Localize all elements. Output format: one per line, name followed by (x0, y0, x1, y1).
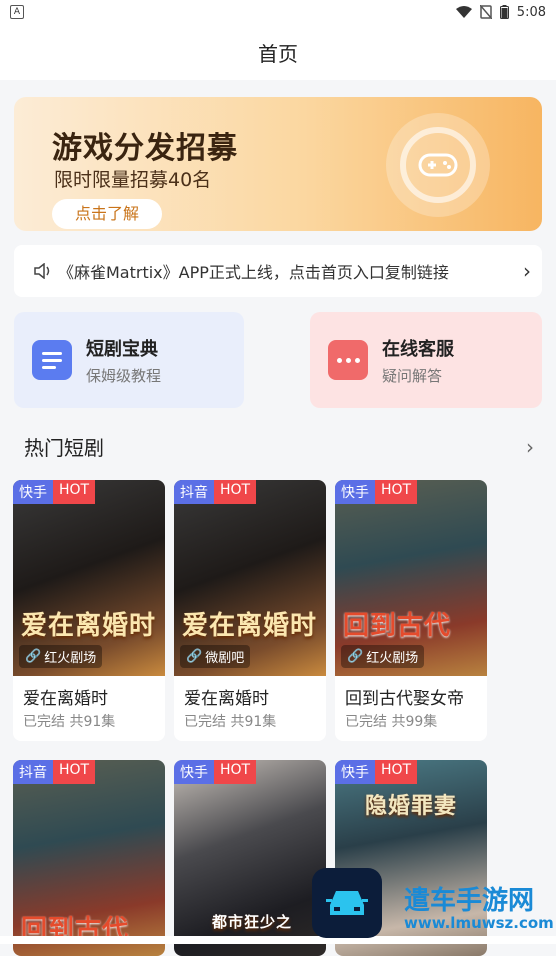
drama-meta: 已完结 共91集 (23, 714, 116, 730)
drama-poster: 快手 HOT 回到古代 🔗 红火剧场 (335, 480, 487, 676)
hot-tag: HOT (53, 480, 96, 504)
announcement-text: 《麻雀Matrtix》APP正式上线，点击首页入口复制链接 (58, 263, 449, 282)
bottom-tab-bar (0, 936, 556, 944)
announcement-bar[interactable]: 《麻雀Matrtix》APP正式上线，点击首页入口复制链接 › (14, 245, 542, 297)
support-card[interactable]: 在线客服 疑问解答 (310, 312, 542, 408)
drama-poster: 抖音 HOT 爱在离婚时 🔗 微剧吧 (174, 480, 326, 676)
hot-tag: HOT (375, 480, 418, 504)
drama-meta: 已完结 共99集 (345, 714, 438, 730)
drama-poster: 快手 HOT 爱在离婚时 🔗 红火剧场 (13, 480, 165, 676)
guide-card-subtitle: 保姆级教程 (86, 366, 162, 385)
poster-title-art: 爱在离婚时 (182, 611, 318, 641)
drama-badge: 快手 HOT (335, 480, 418, 504)
link-icon: 🔗 (347, 649, 364, 664)
page-header: 首页 (0, 24, 556, 80)
drama-badge: 快手 HOT (335, 760, 418, 784)
section-header: 热门短剧 › (24, 432, 534, 461)
banner-subtitle: 限时限量招募40名 (54, 169, 212, 191)
source-tag: 🔗 红火剧场 (19, 645, 103, 668)
gamepad-icon (400, 127, 476, 203)
drama-card[interactable]: 快手 HOT 都市狂少之 (174, 760, 326, 956)
source-label: 微剧吧 (205, 651, 245, 666)
chevron-right-icon[interactable]: › (526, 435, 534, 459)
drama-meta: 已完结 共91集 (184, 714, 277, 730)
poster-title-art: 爱在离婚时 (21, 611, 157, 641)
no-sim-icon (479, 5, 492, 19)
drama-poster: 抖音 HOT 回到古代 (13, 760, 165, 956)
drama-card[interactable]: 快手 HOT 回到古代 🔗 红火剧场 回到古代娶女帝 已完结 共99集 (335, 480, 487, 741)
section-title: 热门短剧 (24, 436, 104, 460)
drama-card[interactable]: 抖音 HOT 爱在离婚时 🔗 微剧吧 爱在离婚时 已完结 共91集 (174, 480, 326, 741)
source-label: 红火剧场 (44, 651, 97, 666)
platform-tag: 快手 (13, 480, 53, 504)
drama-title: 回到古代娶女帝 (345, 689, 464, 709)
clock: 5:08 (516, 4, 546, 20)
banner-cta-button[interactable]: 点击了解 (52, 199, 162, 229)
drama-badge: 抖音 HOT (174, 480, 257, 504)
platform-tag: 快手 (174, 760, 214, 784)
notification-icon: A (10, 5, 24, 19)
watermark-url: www.lmuwsz.com (404, 914, 554, 932)
platform-tag: 快手 (335, 760, 375, 784)
chat-icon (328, 340, 368, 380)
drama-badge: 抖音 HOT (13, 760, 96, 784)
watermark-name: 遣车手游网 (404, 886, 535, 916)
page-title: 首页 (258, 41, 298, 66)
battery-icon (499, 5, 509, 19)
drama-poster: 快手 HOT 都市狂少之 (174, 760, 326, 956)
link-icon: 🔗 (186, 649, 203, 664)
guide-card[interactable]: 短剧宝典 保姆级教程 (14, 312, 244, 408)
drama-badge: 快手 HOT (174, 760, 257, 784)
poster-title-art: 都市狂少之 (212, 913, 293, 931)
drama-title: 爱在离婚时 (184, 689, 269, 709)
hot-tag: HOT (214, 480, 257, 504)
platform-tag: 抖音 (174, 480, 214, 504)
source-label: 红火剧场 (366, 651, 419, 666)
document-icon (32, 340, 72, 380)
support-card-title: 在线客服 (382, 338, 454, 360)
link-icon: 🔗 (25, 649, 42, 664)
drama-badge: 快手 HOT (13, 480, 96, 504)
hot-tag: HOT (214, 760, 257, 784)
poster-title-art: 隐婚罪妻 (365, 794, 458, 819)
drama-title: 爱在离婚时 (23, 689, 108, 709)
source-tag: 🔗 红火剧场 (341, 645, 425, 668)
support-card-subtitle: 疑问解答 (382, 366, 443, 385)
source-tag: 🔗 微剧吧 (180, 645, 251, 668)
drama-card[interactable]: 抖音 HOT 回到古代 (13, 760, 165, 956)
banner-title: 游戏分发招募 (52, 131, 238, 166)
platform-tag: 抖音 (13, 760, 53, 784)
chevron-right-icon[interactable]: › (512, 259, 542, 283)
status-bar: A 5:08 (0, 0, 556, 24)
drama-card[interactable]: 快手 HOT 爱在离婚时 🔗 红火剧场 爱在离婚时 已完结 共91集 (13, 480, 165, 741)
hot-tag: HOT (53, 760, 96, 784)
guide-card-title: 短剧宝典 (86, 338, 158, 360)
poster-title-art: 回到古代 (343, 611, 452, 641)
watermark-logo (312, 868, 382, 938)
hot-tag: HOT (375, 760, 418, 784)
wifi-icon (455, 6, 472, 18)
promo-banner[interactable]: 游戏分发招募 限时限量招募40名 点击了解 (14, 97, 542, 231)
platform-tag: 快手 (335, 480, 375, 504)
speaker-icon (34, 263, 54, 279)
